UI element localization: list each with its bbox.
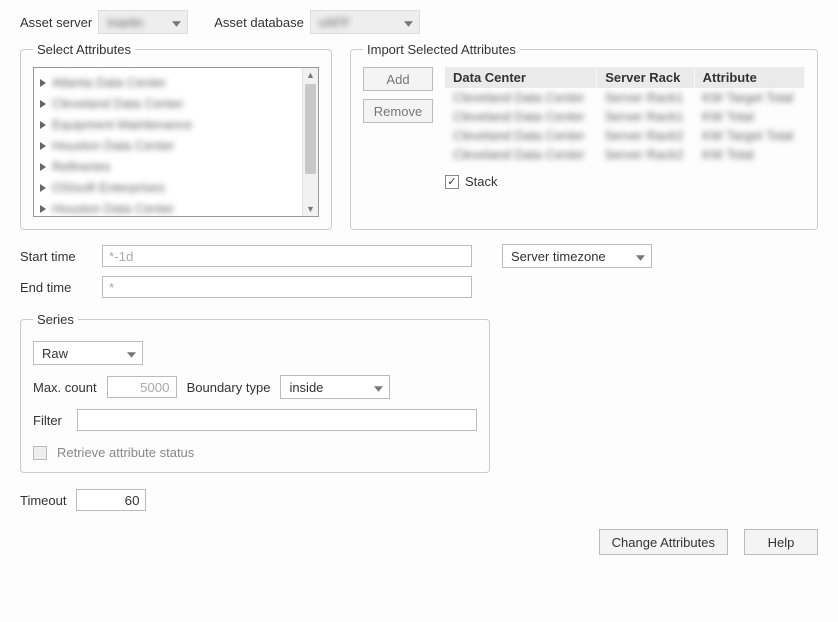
retrieve-status-checkbox[interactable] (33, 446, 47, 460)
select-attributes-group: Select Attributes Atlanta Data Center Cl… (20, 42, 332, 230)
import-attributes-group: Import Selected Attributes Add Remove Da… (350, 42, 818, 230)
series-group: Series Raw Max. count Boundary type insi… (20, 312, 490, 473)
scroll-up-icon[interactable]: ▲ (303, 68, 318, 82)
timeout-input[interactable] (76, 489, 146, 511)
series-mode-combo[interactable]: Raw (33, 341, 143, 365)
table-row[interactable]: Cleveland Data CenterServer Rack1KW Tota… (445, 107, 805, 126)
tree-item[interactable]: Refineries (40, 156, 312, 177)
timezone-combo[interactable]: Server timezone (502, 244, 652, 268)
series-legend: Series (33, 312, 78, 327)
tree-scrollbar[interactable]: ▲ ▼ (302, 68, 318, 216)
start-time-label: Start time (20, 249, 92, 264)
chevron-down-icon (374, 380, 383, 395)
chevron-down-icon (404, 15, 413, 30)
table-row[interactable]: Cleveland Data CenterServer Rack2KW Targ… (445, 126, 805, 145)
max-count-input[interactable] (107, 376, 177, 398)
select-attributes-legend: Select Attributes (33, 42, 135, 57)
add-button[interactable]: Add (363, 67, 433, 91)
asset-server-value: martin (107, 15, 143, 30)
boundary-type-value: inside (289, 380, 323, 395)
expand-icon (40, 142, 46, 150)
table-row[interactable]: Cleveland Data CenterServer Rack1KW Targ… (445, 88, 805, 107)
chevron-down-icon (172, 15, 181, 30)
scroll-down-icon[interactable]: ▼ (303, 202, 318, 216)
filter-input[interactable] (77, 409, 477, 431)
expand-icon (40, 100, 46, 108)
table-row[interactable]: Cleveland Data CenterServer Rack2KW Tota… (445, 145, 805, 164)
stack-label: Stack (465, 174, 498, 189)
scroll-thumb[interactable] (305, 84, 316, 174)
expand-icon (40, 163, 46, 171)
col-attribute[interactable]: Attribute (694, 67, 804, 88)
tree-item[interactable]: OSIsoft Enterprises (40, 177, 312, 198)
expand-icon (40, 184, 46, 192)
expand-icon (40, 205, 46, 213)
col-server-rack[interactable]: Server Rack (597, 67, 694, 88)
asset-db-value: vAFF (319, 15, 350, 30)
change-attributes-button[interactable]: Change Attributes (599, 529, 728, 555)
selected-attributes-table[interactable]: Data Center Server Rack Attribute Clevel… (445, 67, 805, 164)
max-count-label: Max. count (33, 380, 97, 395)
end-time-input[interactable] (102, 276, 472, 298)
tree-item[interactable]: Equipment Maintenance (40, 114, 312, 135)
attribute-tree[interactable]: Atlanta Data Center Cleveland Data Cente… (33, 67, 319, 217)
chevron-down-icon (636, 249, 645, 264)
series-mode-value: Raw (42, 346, 68, 361)
asset-server-combo[interactable]: martin (98, 10, 188, 34)
asset-server-label: Asset server (20, 15, 92, 30)
tree-item[interactable]: Houston Data Center (40, 198, 312, 217)
expand-icon (40, 79, 46, 87)
tree-item[interactable]: Atlanta Data Center (40, 72, 312, 93)
tree-item[interactable]: Cleveland Data Center (40, 93, 312, 114)
filter-label: Filter (33, 413, 67, 428)
end-time-label: End time (20, 280, 92, 295)
asset-db-label: Asset database (214, 15, 304, 30)
start-time-input[interactable] (102, 245, 472, 267)
stack-checkbox[interactable]: ✓ (445, 175, 459, 189)
chevron-down-icon (127, 346, 136, 361)
timeout-label: Timeout (20, 493, 66, 508)
col-data-center[interactable]: Data Center (445, 67, 597, 88)
timezone-value: Server timezone (511, 249, 606, 264)
expand-icon (40, 121, 46, 129)
help-button[interactable]: Help (744, 529, 818, 555)
boundary-type-combo[interactable]: inside (280, 375, 390, 399)
retrieve-status-label: Retrieve attribute status (57, 445, 194, 460)
boundary-type-label: Boundary type (187, 380, 271, 395)
asset-db-combo[interactable]: vAFF (310, 10, 420, 34)
import-attributes-legend: Import Selected Attributes (363, 42, 520, 57)
tree-item[interactable]: Houston Data Center (40, 135, 312, 156)
remove-button[interactable]: Remove (363, 99, 433, 123)
